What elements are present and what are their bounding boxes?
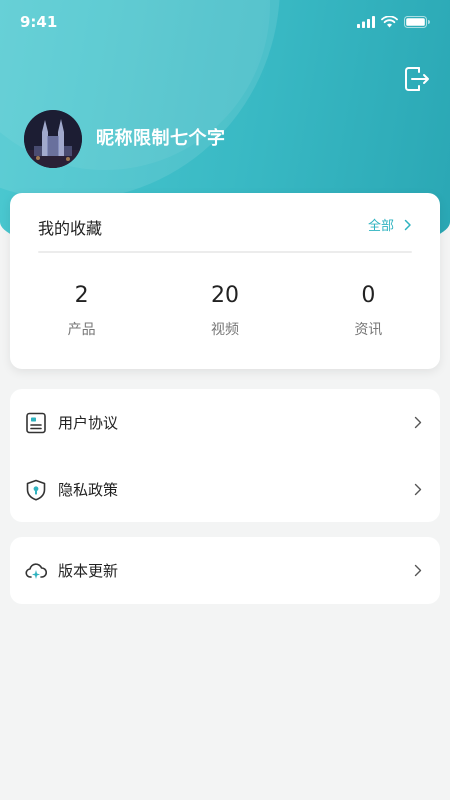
stat-label: 资讯 <box>354 322 383 338</box>
document-icon <box>25 412 47 434</box>
signal-icon <box>357 16 375 28</box>
stat-videos[interactable]: 20 视频 <box>153 281 296 339</box>
menu-label: 隐私政策 <box>58 481 119 499</box>
status-bar: 9:41 <box>0 0 450 44</box>
menu-label: 版本更新 <box>58 562 119 580</box>
logout-icon <box>405 67 429 91</box>
favorites-divider <box>38 251 412 253</box>
avatar[interactable] <box>24 110 82 168</box>
stat-value: 2 <box>74 283 89 308</box>
chevron-right-icon <box>412 416 424 430</box>
favorites-all-label: 全部 <box>367 219 394 234</box>
menu-label: 用户协议 <box>58 414 119 432</box>
chevron-right-icon <box>412 483 424 497</box>
stat-label: 产品 <box>67 322 96 338</box>
menu-group-app: 版本更新 <box>10 537 440 604</box>
chevron-right-icon <box>404 219 411 230</box>
wifi-icon <box>381 16 398 28</box>
favorites-card: 我的收藏 全部 2 产品 20 视频 0 资讯 <box>10 193 440 369</box>
nickname[interactable]: 昵称限制七个字 <box>96 124 226 150</box>
stat-label: 视频 <box>210 322 239 338</box>
stat-news[interactable]: 0 资讯 <box>297 281 440 339</box>
menu-item-privacy-policy[interactable]: 隐私政策 <box>10 456 440 523</box>
stat-value: 0 <box>361 283 376 308</box>
menu-item-version-update[interactable]: 版本更新 <box>10 537 440 604</box>
shield-icon <box>25 479 47 501</box>
chevron-right-icon <box>412 564 424 578</box>
favorites-title: 我的收藏 <box>38 219 103 238</box>
menu-group-legal: 用户协议 隐私政策 <box>10 389 440 522</box>
battery-icon <box>404 16 430 28</box>
cloud-update-icon <box>25 560 47 582</box>
logout-button[interactable] <box>402 64 432 94</box>
stat-value: 20 <box>210 283 239 308</box>
menu-item-user-agreement[interactable]: 用户协议 <box>10 389 440 456</box>
status-time: 9:41 <box>20 13 58 31</box>
favorites-all-button[interactable]: 全部 <box>368 215 412 234</box>
favorites-stats: 2 产品 20 视频 0 资讯 <box>10 281 440 339</box>
stat-products[interactable]: 2 产品 <box>10 281 153 339</box>
status-icons <box>357 16 430 28</box>
avatar-image <box>24 110 82 168</box>
